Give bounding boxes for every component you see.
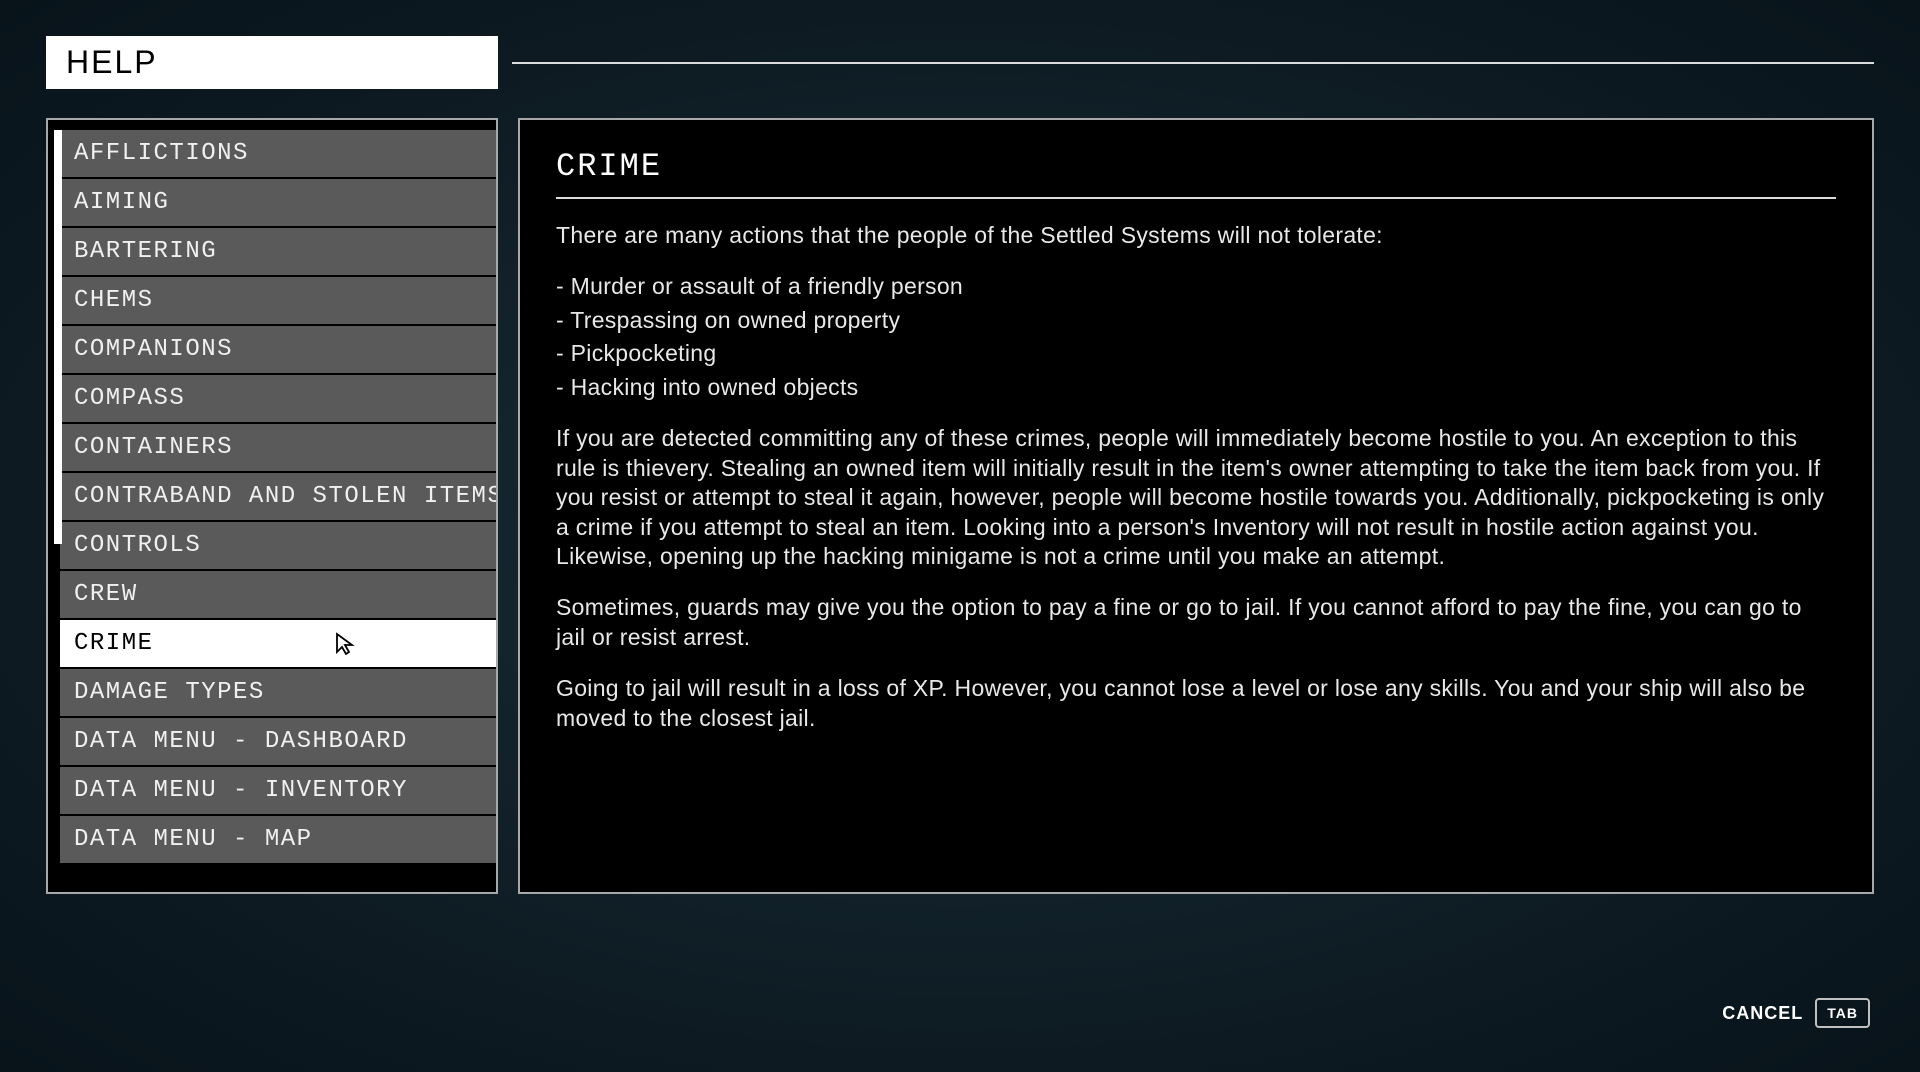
topic-item[interactable]: BARTERING [60, 228, 498, 275]
topic-item[interactable]: COMPANIONS [60, 326, 498, 373]
topic-item[interactable]: DATA MENU - INVENTORY [60, 767, 498, 814]
content-paragraph: Sometimes, guards may give you the optio… [556, 593, 1836, 652]
cancel-key-badge[interactable]: TAB [1815, 998, 1870, 1028]
topic-item[interactable]: CREW [60, 571, 498, 618]
topic-item[interactable]: COMPASS [60, 375, 498, 422]
topic-item[interactable]: AIMING [60, 179, 498, 226]
content-paragraph: If you are detected committing any of th… [556, 424, 1836, 571]
cancel-label: CANCEL [1722, 1003, 1803, 1024]
topic-sidebar: AFFLICTIONSAIMINGBARTERINGCHEMSCOMPANION… [46, 118, 498, 894]
content-paragraph: - Murder or assault of a friendly person [556, 272, 1836, 301]
topic-item[interactable]: CONTRABAND AND STOLEN ITEMS [60, 473, 498, 520]
footer-hint: CANCEL TAB [1722, 998, 1870, 1028]
header-bar: HELP [46, 36, 1874, 89]
content-body: There are many actions that the people o… [556, 221, 1836, 733]
topic-item[interactable]: CONTAINERS [60, 424, 498, 471]
topic-item[interactable]: DATA MENU - MAP [60, 816, 498, 863]
content-paragraph: Going to jail will result in a loss of X… [556, 674, 1836, 733]
topic-list: AFFLICTIONSAIMINGBARTERINGCHEMSCOMPANION… [60, 130, 498, 882]
cursor-icon [335, 632, 355, 656]
topic-item[interactable]: AFFLICTIONS [60, 130, 498, 177]
content-paragraph: There are many actions that the people o… [556, 221, 1836, 250]
topic-item[interactable]: CRIME [60, 620, 498, 667]
content-title: CRIME [556, 148, 1836, 199]
topic-item[interactable]: DAMAGE TYPES [60, 669, 498, 716]
topic-item[interactable]: CONTROLS [60, 522, 498, 569]
topic-item[interactable]: DATA MENU - DASHBOARD [60, 718, 498, 765]
main-container: AFFLICTIONSAIMINGBARTERINGCHEMSCOMPANION… [46, 118, 1874, 894]
content-paragraph: - Pickpocketing [556, 339, 1836, 368]
content-panel: CRIME There are many actions that the pe… [518, 118, 1874, 894]
page-title: HELP [46, 36, 498, 89]
header-divider [512, 62, 1874, 64]
scrollbar-thumb[interactable] [54, 130, 62, 544]
content-paragraph: - Hacking into owned objects [556, 373, 1836, 402]
content-paragraph: - Trespassing on owned property [556, 306, 1836, 335]
topic-item[interactable]: CHEMS [60, 277, 498, 324]
